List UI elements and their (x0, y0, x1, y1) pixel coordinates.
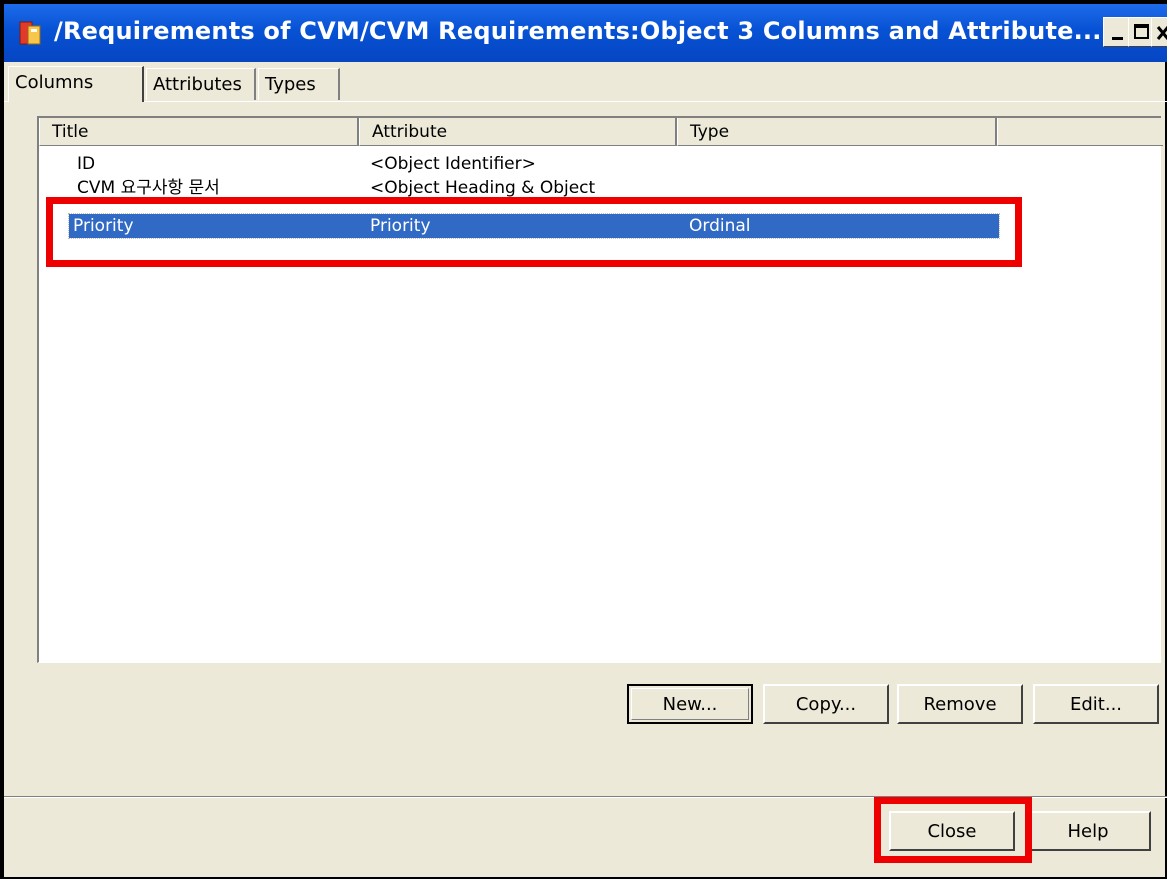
tab-types[interactable]: Types (258, 68, 340, 100)
new-button[interactable]: New... (627, 684, 753, 724)
row-title: CVM 요구사항 문서 (77, 178, 220, 198)
tab-columns[interactable]: Columns (8, 66, 144, 102)
columns-list[interactable]: Title Attribute Type ID <Object Identifi… (37, 116, 1163, 663)
close-button[interactable]: Close (889, 811, 1015, 851)
minimize-button[interactable] (1103, 17, 1131, 47)
tab-attributes[interactable]: Attributes (146, 68, 256, 100)
row-attribute: <Object Identifier> (370, 154, 536, 174)
app-icon (18, 20, 44, 48)
remove-button[interactable]: Remove (897, 684, 1023, 724)
title-bar[interactable]: /Requirements of CVM/CVM Requirements:Ob… (4, 4, 1167, 62)
list-row-priority-selected[interactable]: Priority Priority Ordinal (68, 213, 1000, 239)
column-header-type[interactable]: Type (677, 118, 997, 146)
row-title: ID (77, 154, 96, 174)
edit-button[interactable]: Edit... (1033, 684, 1159, 724)
window-title: /Requirements of CVM/CVM Requirements:Ob… (54, 17, 1102, 45)
close-icon (1156, 26, 1167, 40)
column-header-title[interactable]: Title (39, 118, 359, 146)
new-button-label: New... (631, 688, 749, 720)
column-header-attribute[interactable]: Attribute (359, 118, 677, 146)
row-title: Priority (73, 216, 134, 236)
window-close-button[interactable] (1151, 17, 1167, 47)
tab-panel-border (4, 101, 1167, 102)
copy-button[interactable]: Copy... (763, 684, 889, 724)
separator-highlight (4, 797, 1167, 798)
row-type: Ordinal (689, 216, 751, 236)
list-row-id[interactable]: ID <Object Identifier> (69, 152, 999, 176)
row-attribute: Priority (370, 216, 431, 236)
row-attribute: <Object Heading & Object (370, 178, 596, 198)
column-header-blank[interactable] (997, 118, 1163, 146)
list-row-heading[interactable]: CVM 요구사항 문서 <Object Heading & Object (69, 176, 999, 198)
help-button[interactable]: Help (1025, 811, 1151, 851)
